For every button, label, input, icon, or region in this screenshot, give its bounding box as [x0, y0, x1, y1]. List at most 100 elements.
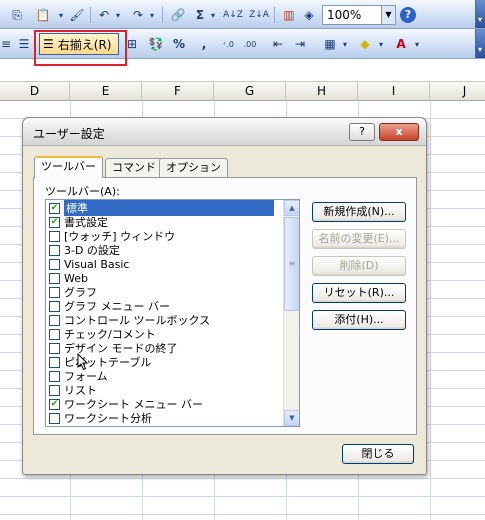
sort-descending-icon[interactable]: Z↓A — [248, 5, 270, 25]
checkbox[interactable] — [49, 300, 60, 312]
autosum-icon[interactable]: Σ — [192, 5, 208, 25]
zoom-box[interactable]: 100% ▼ — [322, 5, 396, 25]
list-item[interactable]: ✔ ワークシート メニュー バー — [47, 397, 282, 411]
list-item[interactable]: 3-D の設定 — [47, 243, 282, 257]
checkbox[interactable] — [49, 384, 60, 396]
checkbox[interactable] — [49, 314, 60, 326]
autosum-dropdown-icon[interactable]: ▾ — [208, 5, 218, 25]
checkbox[interactable] — [49, 412, 60, 424]
checkbox[interactable] — [49, 370, 60, 382]
currency-icon[interactable]: 💱 — [148, 34, 164, 54]
checkbox[interactable] — [49, 244, 60, 256]
checkbox[interactable] — [49, 328, 60, 340]
checkbox[interactable] — [49, 342, 60, 354]
font-color-icon[interactable]: A — [392, 34, 410, 54]
column-header-f[interactable]: F — [142, 82, 214, 101]
list-item[interactable]: ✔ 書式設定 — [47, 215, 282, 229]
list-item-label: Visual Basic — [64, 257, 130, 271]
decrease-decimal-icon[interactable]: .00 — [240, 34, 260, 54]
dialog-titlebar[interactable]: ユーザー設定 ? x — [23, 118, 426, 146]
close-button[interactable]: 閉じる — [342, 444, 414, 464]
redo-icon[interactable]: ↷ — [130, 5, 146, 25]
help-icon[interactable]: ? — [400, 7, 416, 23]
column-header-h[interactable]: H — [286, 82, 358, 101]
undo-dropdown-icon[interactable]: ▾ — [113, 5, 123, 25]
borders-icon[interactable]: ▦ — [322, 34, 338, 54]
increase-indent-icon[interactable]: ⇥ — [292, 34, 308, 54]
column-headers: D E F G H I J — [0, 81, 485, 101]
percent-style-icon[interactable]: % — [172, 34, 186, 54]
decrease-indent-icon[interactable]: ⇤ — [270, 34, 286, 54]
list-item[interactable]: Visual Basic — [47, 257, 282, 271]
checkbox[interactable] — [49, 258, 60, 270]
list-item[interactable]: グラフ メニュー バー — [47, 299, 282, 313]
toolbar-options-icon[interactable]: ▾ — [475, 29, 485, 58]
dialog-help-button[interactable]: ? — [349, 123, 375, 141]
delete-button[interactable]: 削除(D) — [312, 256, 406, 276]
toolbar-options-icon[interactable]: ▾ — [475, 0, 485, 28]
merge-center-icon[interactable]: ⊞ — [124, 34, 140, 54]
checkbox[interactable] — [49, 356, 60, 368]
column-header-i[interactable]: I — [358, 82, 430, 101]
list-item[interactable]: [ウォッチ] ウィンドウ — [47, 229, 282, 243]
scroll-down-icon[interactable]: ▼ — [284, 410, 299, 426]
new-toolbar-button[interactable]: 新規作成(N)... — [312, 202, 406, 222]
list-item[interactable]: ✔ 標準 — [47, 200, 282, 216]
fill-color-dropdown-icon[interactable]: ▾ — [376, 34, 386, 54]
borders-dropdown-icon[interactable]: ▾ — [340, 34, 350, 54]
formatting-toolbar: ≡ ☰ ☰ 右揃え(R) ⊞ 💱 % , ⁺.0 .00 ⇤ ⇥ ▦ ▾ ◆ ▾… — [0, 29, 485, 59]
chart-wizard-icon[interactable]: ▥ — [280, 5, 298, 25]
checkbox[interactable] — [49, 286, 60, 298]
list-item[interactable]: グラフ — [47, 285, 282, 299]
list-item[interactable]: リスト — [47, 383, 282, 397]
column-header-e[interactable]: E — [70, 82, 142, 101]
list-item[interactable]: チェック/コメント — [47, 327, 282, 341]
undo-icon[interactable]: ↶ — [96, 5, 112, 25]
checkbox[interactable] — [49, 230, 60, 242]
fill-color-icon[interactable]: ◆ — [356, 34, 374, 54]
dialog-title: ユーザー設定 — [33, 127, 105, 141]
checkbox[interactable]: ✔ — [49, 202, 60, 214]
paste-icon[interactable]: 📋 — [32, 5, 54, 25]
sort-ascending-icon[interactable]: A↓Z — [222, 5, 244, 25]
toolbar-list[interactable]: ✔ 標準 ✔ 書式設定 [ウォッチ] ウィンドウ 3-D の設定 Visual … — [45, 199, 300, 427]
format-painter-icon[interactable]: 🖌 — [68, 5, 86, 25]
list-item[interactable]: コントロール ツールボックス — [47, 313, 282, 327]
align-center-icon[interactable]: ☰ — [16, 34, 32, 54]
drawing-icon[interactable]: ◈ — [300, 5, 318, 25]
increase-decimal-icon[interactable]: ⁺.0 — [218, 34, 238, 54]
hyperlink-icon[interactable]: 🔗 — [168, 5, 188, 25]
align-left-icon[interactable]: ≡ — [0, 34, 12, 54]
rename-button[interactable]: 名前の変更(E)... — [312, 229, 406, 249]
scroll-thumb[interactable]: ≡ — [284, 217, 299, 311]
scroll-up-icon[interactable]: ▲ — [284, 200, 299, 216]
column-header-d[interactable]: D — [0, 82, 70, 101]
toolbar-list-label: ツールバー(A): — [45, 185, 120, 198]
checkbox[interactable] — [49, 272, 60, 284]
standard-toolbar: ⎘ 📋 ▾ 🖌 ↶ ▾ ↷ ▾ 🔗 Σ ▾ A↓Z Z↓A ▥ ◈ 100% ▼… — [0, 0, 485, 29]
column-header-g[interactable]: G — [214, 82, 286, 101]
checkbox[interactable]: ✔ — [49, 398, 60, 410]
list-item[interactable]: Web — [47, 271, 282, 285]
list-scrollbar[interactable]: ▲ ≡ ▼ — [283, 200, 299, 426]
reset-button[interactable]: リセット(R)... — [312, 283, 406, 303]
list-item[interactable]: ワークシート分析 — [47, 411, 282, 425]
redo-dropdown-icon[interactable]: ▾ — [147, 5, 157, 25]
customize-dialog: ユーザー設定 ? x ツールバー コマンド オプション ツールバー(A): ✔ … — [22, 117, 427, 475]
dialog-close-button[interactable]: x — [379, 123, 419, 141]
tab-commands[interactable]: コマンド — [105, 158, 163, 177]
tab-toolbars[interactable]: ツールバー — [34, 156, 103, 178]
comma-style-icon[interactable]: , — [198, 34, 210, 54]
list-item[interactable]: フォーム — [47, 369, 282, 383]
align-right-button[interactable]: ☰ 右揃え(R) — [39, 33, 119, 55]
copy-icon[interactable]: ⎘ — [8, 5, 26, 25]
tab-options[interactable]: オプション — [159, 158, 228, 177]
font-color-dropdown-icon[interactable]: ▾ — [412, 34, 422, 54]
list-item-label: 3-D の設定 — [64, 244, 120, 257]
paste-dropdown-icon[interactable]: ▾ — [56, 5, 66, 25]
checkbox[interactable]: ✔ — [49, 216, 60, 228]
attach-button[interactable]: 添付(H)... — [312, 310, 406, 330]
zoom-dropdown-icon[interactable]: ▼ — [381, 6, 395, 24]
grid-line — [430, 101, 431, 520]
column-header-j[interactable]: J — [430, 82, 485, 101]
